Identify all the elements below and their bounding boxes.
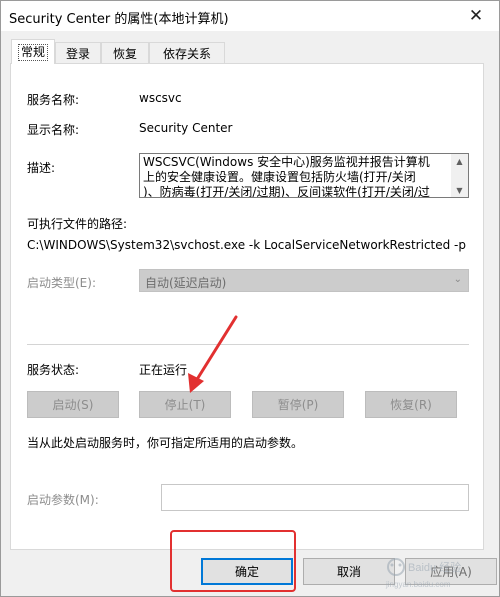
divider xyxy=(27,344,469,345)
ok-button[interactable]: 确定 xyxy=(201,558,293,585)
start-params-input[interactable] xyxy=(161,484,469,511)
tab-dependencies-label: 依存关系 xyxy=(162,46,211,61)
general-panel: 服务名称: wscsvc 显示名称: Security Center 描述: W… xyxy=(10,63,484,550)
scroll-up-icon[interactable]: ▲ xyxy=(451,154,468,168)
service-status-value: 正在运行 xyxy=(139,363,188,377)
description-scrollbar[interactable]: ▲ ▼ xyxy=(451,154,468,197)
startup-type-label: 启动类型(E): xyxy=(27,276,96,290)
description-text: WSCSVC(Windows 安全中心)服务监视并报告计算机 上的安全健康设置。… xyxy=(143,155,430,198)
service-name-value[interactable]: wscsvc xyxy=(139,91,182,105)
exe-path-value[interactable]: C:\WINDOWS\System32\svchost.exe -k Local… xyxy=(27,238,466,252)
display-name-label: 显示名称: xyxy=(27,123,80,137)
startup-type-select[interactable]: 自动(延迟启动) ⌄ xyxy=(139,269,469,292)
tab-recovery[interactable]: 恢复 xyxy=(101,42,149,63)
scroll-down-icon[interactable]: ▼ xyxy=(451,183,468,197)
display-name-value[interactable]: Security Center xyxy=(139,121,232,135)
pause-button[interactable]: 暂停(P) xyxy=(252,391,344,418)
resume-button[interactable]: 恢复(R) xyxy=(365,391,457,418)
description-label: 描述: xyxy=(27,161,56,175)
start-params-hint: 当从此处启动服务时，你可指定所适用的启动参数。 xyxy=(27,436,304,450)
tab-logon[interactable]: 登录 xyxy=(55,42,101,63)
tab-bar: 常规 登录 恢复 依存关系 xyxy=(9,39,493,64)
start-button[interactable]: 启动(S) xyxy=(27,391,119,418)
cancel-button[interactable]: 取消 xyxy=(303,558,395,585)
apply-button[interactable]: 应用(A) xyxy=(405,558,497,585)
service-status-label: 服务状态: xyxy=(27,363,80,377)
startup-type-value: 自动(延迟启动) xyxy=(145,276,227,290)
properties-dialog: Security Center 的属性(本地计算机) ✕ 常规 登录 恢复 依存… xyxy=(0,0,500,597)
window-title: Security Center 的属性(本地计算机) xyxy=(9,12,229,27)
tab-logon-label: 登录 xyxy=(65,46,90,61)
exe-path-label: 可执行文件的路径: xyxy=(27,217,128,231)
close-button[interactable]: ✕ xyxy=(453,1,499,31)
tab-dependencies[interactable]: 依存关系 xyxy=(149,42,225,63)
description-textbox[interactable]: WSCSVC(Windows 安全中心)服务监视并报告计算机 上的安全健康设置。… xyxy=(139,153,469,198)
stop-button[interactable]: 停止(T) xyxy=(139,391,231,418)
start-params-label: 启动参数(M): xyxy=(27,493,99,507)
chevron-down-icon: ⌄ xyxy=(453,274,462,285)
tab-general-label: 常规 xyxy=(17,43,48,61)
title-bar: Security Center 的属性(本地计算机) ✕ xyxy=(1,1,499,31)
close-icon: ✕ xyxy=(468,6,484,26)
tab-recovery-label: 恢复 xyxy=(112,46,137,61)
tab-general[interactable]: 常规 xyxy=(11,39,55,64)
service-name-label: 服务名称: xyxy=(27,93,80,107)
